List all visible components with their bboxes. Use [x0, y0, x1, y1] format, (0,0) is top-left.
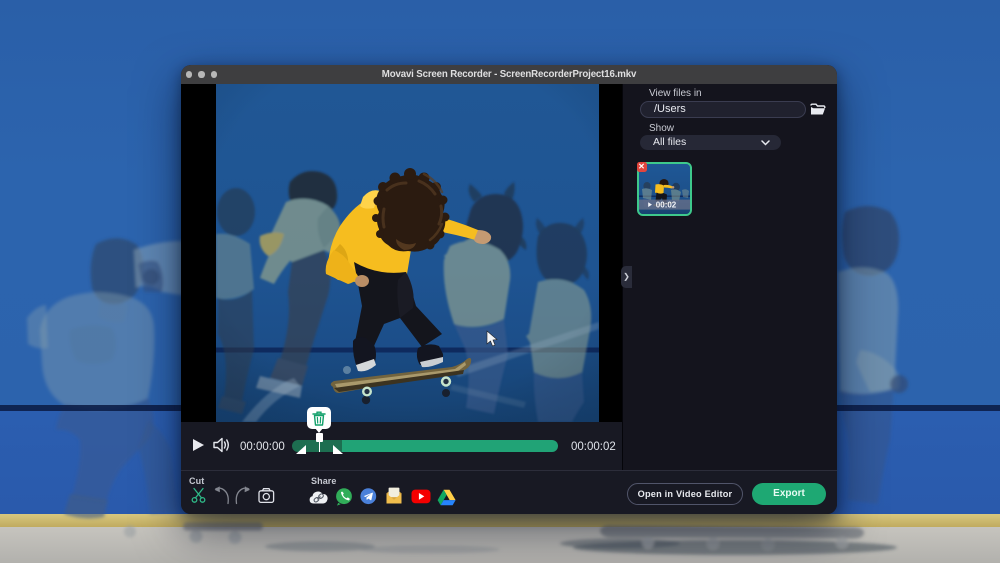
svg-text:00:02: 00:02: [656, 201, 677, 210]
